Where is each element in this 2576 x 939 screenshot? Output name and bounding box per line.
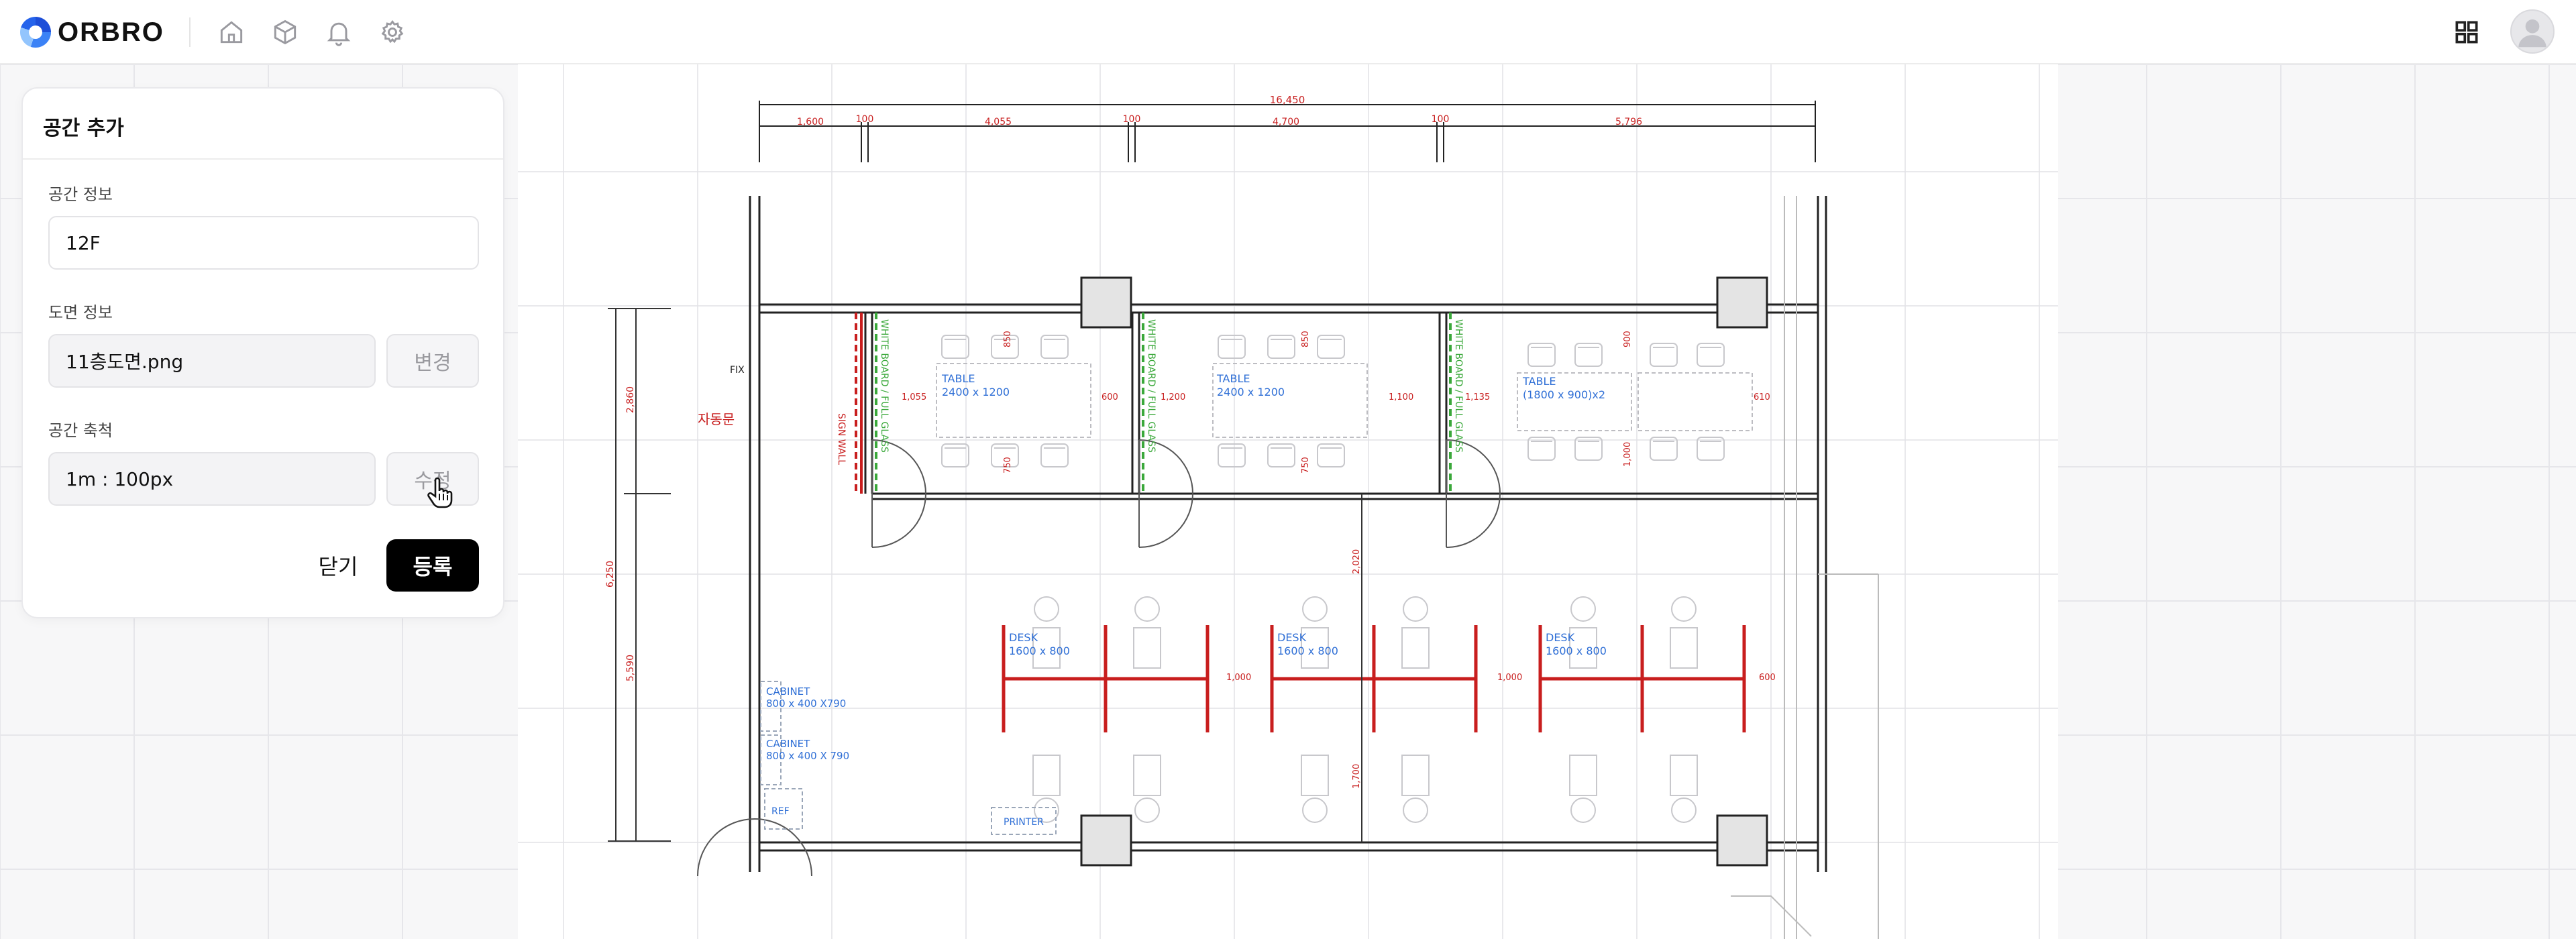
top-bar: ORBRO (0, 0, 2576, 64)
cube-icon[interactable] (270, 17, 300, 47)
dim-inner-4: 1,100 (1389, 392, 1413, 402)
label-white-board-3: WHITE BOARD / FULL GLASS (1453, 319, 1464, 453)
brand-logo[interactable]: ORBRO (20, 16, 164, 48)
dim-top-7: 5,796 (1615, 117, 1642, 127)
label-desk-1: DESK (1009, 631, 1038, 644)
add-space-panel: 공간 추가 공간 정보 12F 도면 정보 11층도면.png 변경 공간 축척… (21, 87, 504, 618)
panel-title: 공간 추가 (43, 117, 124, 140)
dim-inner-6: 610 (1754, 392, 1770, 402)
dim-inner-17: 600 (1759, 673, 1776, 683)
space-scale-value: 1m : 100px (66, 467, 174, 490)
dim-inner-10: 750 (1301, 457, 1311, 474)
panel-divider (23, 158, 503, 160)
label-table-1-size: 2400 x 1200 (942, 386, 1010, 398)
label-table-2-size: 2400 x 1200 (1217, 386, 1285, 398)
dim-inner-14: 1,700 (1352, 764, 1362, 789)
label-cabinet-2: CABINET (766, 738, 810, 750)
dim-top-5: 4,700 (1273, 117, 1299, 127)
bell-icon[interactable] (324, 17, 354, 47)
dim-inner-2: 600 (1102, 392, 1118, 402)
gear-icon[interactable] (378, 17, 407, 47)
dim-top-1: 1,600 (797, 117, 824, 127)
dim-inner-16: 1,000 (1497, 673, 1522, 683)
label-table-3-size: (1800 x 900)x2 (1523, 388, 1605, 401)
dim-top-3: 4,055 (985, 117, 1012, 127)
header-divider (189, 17, 191, 47)
space-info-label: 공간 정보 (48, 185, 113, 204)
label-desk-3: DESK (1546, 631, 1575, 644)
label-cabinet-1: CABINET (766, 685, 810, 698)
space-scale-field: 1m : 100px (48, 452, 376, 506)
dim-inner-15: 1,000 (1226, 673, 1251, 683)
drawing-file-field: 11층도면.png (48, 334, 376, 388)
label-table-1: TABLE (941, 372, 975, 385)
dim-left-3: 5,590 (625, 655, 636, 681)
dim-inner-3: 1,200 (1161, 392, 1185, 402)
label-desk-3-size: 1600 x 800 (1546, 645, 1607, 657)
label-fix: FIX (730, 365, 745, 376)
label-desk-2-size: 1600 x 800 (1277, 645, 1338, 657)
space-info-input[interactable]: 12F (48, 216, 479, 270)
brand-name: ORBRO (58, 17, 164, 47)
label-white-board-2: WHITE BOARD / FULL GLASS (1146, 319, 1157, 453)
label-printer: PRINTER (1004, 817, 1044, 828)
label-sign-wall: SIGN WALL (836, 413, 847, 465)
label-cabinet-1-size: 800 x 400 X790 (766, 698, 846, 710)
apps-grid-icon[interactable] (2452, 17, 2481, 47)
user-avatar-icon[interactable] (2510, 9, 2555, 54)
dim-inner-8: 750 (1003, 457, 1013, 474)
label-table-3: TABLE (1522, 375, 1556, 388)
label-desk-1-size: 1600 x 800 (1009, 645, 1070, 657)
dim-top-4: 100 (1123, 114, 1141, 125)
space-info-value: 12F (66, 231, 101, 254)
home-icon[interactable] (217, 17, 246, 47)
dim-left-2: 6,250 (605, 561, 616, 588)
orbro-logo-icon (20, 17, 51, 48)
label-ref: REF (771, 806, 790, 817)
submit-button[interactable]: 등록 (386, 539, 479, 592)
label-cabinet-2-size: 800 x 400 X 790 (766, 750, 849, 762)
dim-inner-13: 2,020 (1352, 549, 1362, 574)
dim-inner-12: 1,000 (1623, 442, 1633, 467)
dim-inner-1: 1,055 (902, 392, 926, 402)
dim-top-2: 100 (856, 114, 874, 125)
drawing-info-label: 도면 정보 (48, 303, 113, 322)
dim-inner-7: 850 (1003, 331, 1013, 347)
space-scale-label: 공간 축척 (48, 421, 113, 440)
dim-inner-5: 1,135 (1465, 392, 1490, 402)
dim-left-1: 2,860 (625, 386, 636, 413)
dim-inner-9: 850 (1301, 331, 1311, 347)
change-drawing-button[interactable]: 변경 (386, 334, 479, 388)
label-white-board-1: WHITE BOARD / FULL GLASS (879, 319, 890, 453)
close-button[interactable]: 닫기 (305, 539, 372, 592)
hand-cursor-icon (426, 477, 453, 510)
drawing-file-name: 11층도면.png (66, 351, 184, 373)
label-door: 자동문 (698, 411, 735, 427)
label-table-2: TABLE (1216, 372, 1250, 385)
dim-top-total: 16,450 (1270, 94, 1305, 106)
dim-inner-11: 900 (1623, 331, 1633, 347)
label-desk-2: DESK (1277, 631, 1307, 644)
dim-top-6: 100 (1432, 114, 1450, 125)
